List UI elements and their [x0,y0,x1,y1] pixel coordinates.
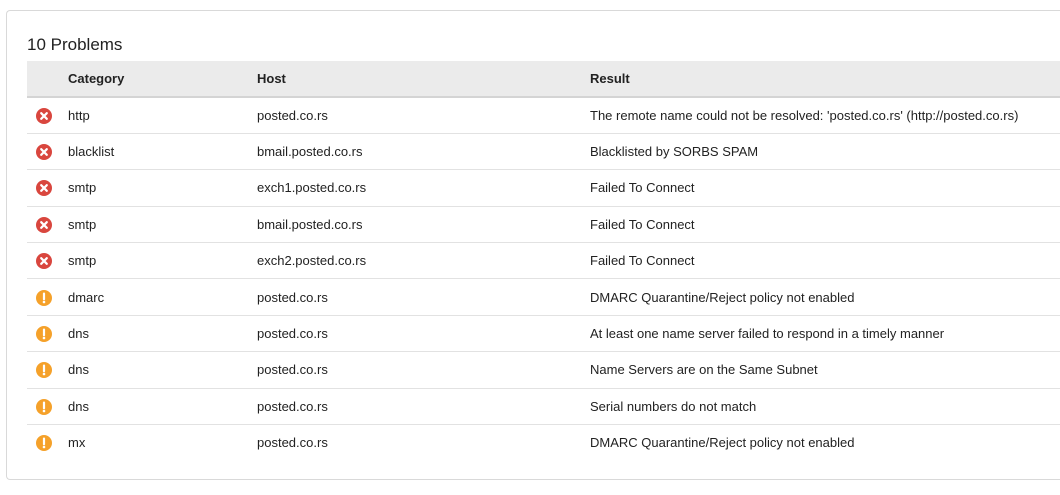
host-cell: posted.co.rs [257,435,328,451]
result-cell: Failed To Connect [590,180,695,196]
table-row[interactable]: dmarc posted.co.rs DMARC Quarantine/Reject… [27,279,1060,316]
table-header-row: Category Host Result [27,61,1060,98]
header-icon-cell [27,61,68,98]
table-row[interactable]: mx posted.co.rs DMARC Quarantine/Reject po… [27,425,1060,461]
host-cell: posted.co.rs [257,398,328,414]
header-result[interactable]: Result [590,61,1060,98]
category-cell: smtp [68,216,97,232]
severity-cell [27,388,68,424]
header-host[interactable]: Host [257,61,590,98]
result-cell: DMARC Quarantine/Reject policy not enabl… [590,289,855,305]
host-cell: exch2.posted.co.rs [257,253,367,269]
severity-cell [27,425,68,461]
result-cell: Failed To Connect [590,253,695,269]
error-x-icon [36,216,52,233]
severity-cell [27,243,68,279]
error-x-icon [36,107,52,124]
result-cell: DMARC Quarantine/Reject policy not enabl… [590,435,855,451]
severity-cell [27,352,68,388]
error-x-icon [36,144,52,161]
category-cell: dns [68,362,89,378]
header-category[interactable]: Category [68,61,257,98]
table-row[interactable]: http posted.co.rs The remote name could no… [27,97,1060,134]
warning-exclamation-icon [36,289,52,306]
error-x-icon [36,253,52,270]
result-cell: Serial numbers do not match [590,398,757,414]
host-cell: exch1.posted.co.rs [257,180,367,196]
table-row[interactable]: blacklist bmail.posted.co.rs Blacklisted b… [27,133,1060,170]
host-cell: bmail.posted.co.rs [257,216,363,232]
category-cell: mx [68,435,86,451]
category-cell: dmarc [68,289,105,305]
severity-cell [27,97,68,133]
panel-title: 10 Problems [27,35,123,54]
table-row[interactable]: dns posted.co.rs Name Servers are on the S… [27,352,1060,389]
category-cell: http [68,107,90,123]
error-x-icon [36,180,52,197]
warning-exclamation-icon [36,326,52,343]
result-cell: The remote name could not be resolved: '… [590,107,1019,123]
result-cell: At least one name server failed to respo… [590,326,945,342]
table-row[interactable]: dns posted.co.rs At least one name server … [27,315,1060,352]
host-cell: posted.co.rs [257,289,328,305]
host-cell: posted.co.rs [257,107,328,123]
host-cell: posted.co.rs [257,326,328,342]
result-cell: Failed To Connect [590,216,695,232]
result-cell: Name Servers are on the Same Subnet [590,362,818,378]
warning-exclamation-icon [36,398,52,415]
problems-table: Category Host Result http posted.co.rs The… [27,61,1060,461]
severity-cell [27,315,68,351]
category-cell: blacklist [68,144,115,160]
category-cell: dns [68,398,89,414]
table-body: http posted.co.rs The remote name could no… [27,97,1060,461]
severity-cell [27,279,68,315]
warning-exclamation-icon [36,362,52,379]
problems-panel: 10 Problems Category Host Result http pos… [6,10,1060,480]
severity-cell [27,206,68,242]
host-cell: bmail.posted.co.rs [257,144,363,160]
table-row[interactable]: smtp exch2.posted.co.rs Failed To Connect [27,243,1060,279]
table-row[interactable]: smtp bmail.posted.co.rs Failed To Connect [27,206,1060,243]
category-cell: smtp [68,180,97,196]
table-row[interactable]: dns posted.co.rs Serial numbers do not mat… [27,388,1060,425]
result-cell: Blacklisted by SORBS SPAM [590,144,759,160]
warning-exclamation-icon [36,435,52,452]
table-row[interactable]: smtp exch1.posted.co.rs Failed To Connect [27,170,1060,207]
category-cell: smtp [68,253,97,269]
category-cell: dns [68,326,89,342]
severity-cell [27,133,68,169]
severity-cell [27,170,68,206]
host-cell: posted.co.rs [257,362,328,378]
